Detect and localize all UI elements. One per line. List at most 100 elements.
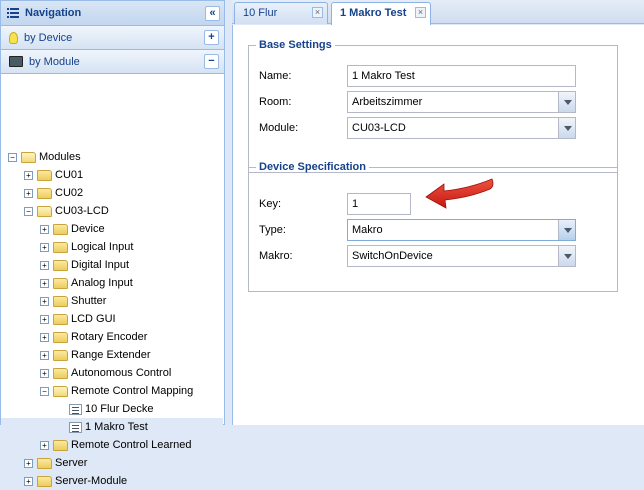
expand-icon[interactable]: + (40, 296, 49, 306)
tree-node[interactable]: + Remote Control Learned (40, 436, 191, 454)
expand-icon[interactable]: + (24, 188, 33, 198)
folder-icon (53, 349, 68, 361)
folder-icon (37, 169, 52, 181)
name-label: Name: (259, 70, 292, 82)
expand-icon[interactable]: + (24, 170, 33, 180)
expand-by-device-button[interactable]: + (204, 30, 219, 45)
by-device-label: by Device (24, 31, 73, 44)
expand-icon[interactable]: + (40, 260, 49, 270)
content-area: 10 Flur Decke × 1 Makro Test × Base Sett… (232, 0, 644, 425)
tree-node-label: LCD GUI (71, 313, 116, 325)
by-module-header[interactable]: by Module − (1, 50, 224, 74)
tree-node-label: Logical Input (71, 241, 134, 253)
type-label: Type: (259, 224, 286, 236)
red-arrow-annotation (425, 178, 494, 209)
tree-node-label: Autonomous Control (71, 367, 172, 379)
expand-icon[interactable]: + (24, 458, 33, 468)
tree-node[interactable]: + Analog Input (40, 274, 133, 292)
module-select[interactable]: CU03-LCD (347, 117, 576, 139)
folder-icon (53, 241, 68, 253)
tree-node-label: 1 Makro Test (85, 421, 148, 433)
type-select[interactable]: Makro (347, 219, 576, 241)
collapse-icon[interactable]: − (24, 206, 33, 216)
tree-node[interactable]: + Autonomous Control (40, 364, 171, 382)
folder-icon (53, 367, 68, 379)
tree-node[interactable]: + CU02 (24, 184, 83, 202)
tree-node-label: Server-Module (55, 475, 128, 487)
expand-icon[interactable]: + (40, 314, 49, 324)
folder-icon (53, 223, 68, 235)
expand-icon[interactable]: + (40, 350, 49, 360)
tree-node[interactable]: + CU01 (24, 166, 83, 184)
key-input[interactable]: 1 (347, 193, 411, 215)
makro-select[interactable]: SwitchOnDevice (347, 245, 576, 267)
tree-node[interactable]: + Range Extender (40, 346, 151, 364)
tree-node-label: CU01 (55, 169, 84, 181)
makro-label: Makro: (259, 250, 293, 262)
folder-icon (53, 331, 68, 343)
tree-node-label: CU03-LCD (55, 205, 109, 217)
module-value: CU03-LCD (352, 122, 406, 134)
folder-open-icon (37, 205, 52, 217)
chevron-down-icon[interactable] (558, 92, 575, 112)
tree-node[interactable]: 10 Flur Decke (56, 400, 153, 418)
key-row: Key: 1 (249, 193, 411, 215)
folder-open-icon (21, 151, 36, 163)
close-tab-icon[interactable]: × (312, 7, 323, 18)
tree-node[interactable]: + Logical Input (40, 238, 133, 256)
tab-label: 1 Makro Test (340, 7, 407, 19)
expand-icon[interactable]: + (40, 242, 49, 252)
expand-icon[interactable]: + (40, 332, 49, 342)
folder-open-icon (53, 385, 68, 397)
expand-icon[interactable]: + (40, 440, 49, 450)
key-label: Key: (259, 198, 282, 210)
room-select[interactable]: Arbeitszimmer (347, 91, 576, 113)
tree-node[interactable]: + Rotary Encoder (40, 328, 147, 346)
type-value: Makro (352, 224, 383, 236)
expand-icon[interactable]: + (40, 278, 49, 288)
module-row: Module: CU03-LCD (249, 117, 576, 139)
chevron-down-icon[interactable] (558, 246, 575, 266)
tree-node[interactable]: + Shutter (40, 292, 106, 310)
tree-node[interactable]: + Device (40, 220, 105, 238)
tree-node[interactable]: + Server-Module (24, 472, 127, 490)
navigation-header: Navigation « (1, 1, 224, 26)
name-input[interactable]: 1 Makro Test (347, 65, 576, 87)
folder-icon (53, 295, 68, 307)
chevron-down-icon[interactable] (558, 118, 575, 138)
tree-node-label: Remote Control Mapping (71, 385, 194, 397)
makro-row: Makro: SwitchOnDevice (249, 245, 576, 267)
collapse-panel-button[interactable]: « (205, 6, 220, 21)
expand-icon[interactable]: + (40, 224, 49, 234)
makro-value: SwitchOnDevice (352, 250, 433, 262)
close-tab-icon[interactable]: × (415, 7, 426, 18)
expand-icon[interactable]: + (40, 368, 49, 378)
tree-node[interactable]: + LCD GUI (40, 310, 116, 328)
chevron-down-icon[interactable] (558, 220, 575, 240)
expand-icon[interactable]: + (24, 476, 33, 486)
by-module-label: by Module (29, 55, 80, 68)
navigation-icon (7, 8, 19, 18)
tree-node[interactable]: 1 Makro Test (1, 418, 223, 436)
folder-icon (37, 187, 52, 199)
tree-node-label: Analog Input (71, 277, 133, 289)
tab-1-makro-test[interactable]: 1 Makro Test × (331, 2, 431, 25)
collapse-icon[interactable]: − (8, 152, 17, 162)
by-device-header[interactable]: by Device + (1, 26, 224, 50)
device-form: Base Settings Name: 1 Makro Test Room: A… (232, 25, 644, 425)
module-icon (9, 56, 23, 67)
tree-node-label: Rotary Encoder (71, 331, 148, 343)
tree-node[interactable]: − Remote Control Mapping (40, 382, 193, 400)
tree-node[interactable]: − Modules (8, 148, 81, 166)
tree-node[interactable]: − CU03-LCD (24, 202, 109, 220)
tree-node-label: Device (71, 223, 105, 235)
collapse-by-module-button[interactable]: − (204, 54, 219, 69)
tree-node[interactable]: + Digital Input (40, 256, 129, 274)
folder-icon (37, 475, 52, 487)
tree-node[interactable]: + Server (24, 454, 87, 472)
tab-10-flur-decke[interactable]: 10 Flur Decke × (234, 2, 328, 39)
base-settings-legend: Base Settings (259, 39, 332, 51)
folder-icon (53, 277, 68, 289)
tree-node-label: Remote Control Learned (71, 439, 192, 451)
collapse-icon[interactable]: − (40, 386, 49, 396)
